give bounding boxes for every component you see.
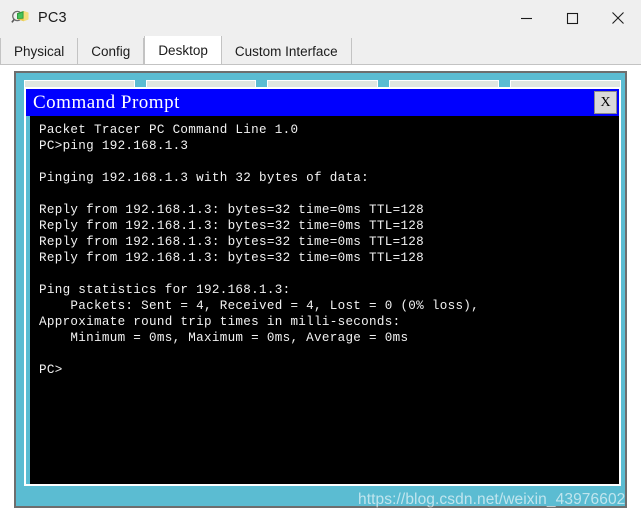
terminal-line: Pinging 192.168.1.3 with 32 bytes of dat… bbox=[39, 170, 619, 186]
tab-custom-interface[interactable]: Custom Interface bbox=[222, 38, 352, 65]
terminal-line: PC> bbox=[39, 362, 619, 378]
terminal-blank-line bbox=[39, 186, 619, 202]
terminal-blank-line bbox=[39, 346, 619, 362]
terminal-line: Packets: Sent = 4, Received = 4, Lost = … bbox=[39, 298, 619, 314]
terminal-line: Minimum = 0ms, Maximum = 0ms, Average = … bbox=[39, 330, 619, 346]
minimize-icon[interactable] bbox=[503, 0, 549, 36]
terminal-line: Approximate round trip times in milli-se… bbox=[39, 314, 619, 330]
terminal-blank-line bbox=[39, 266, 619, 282]
terminal-line: Reply from 192.168.1.3: bytes=32 time=0m… bbox=[39, 234, 619, 250]
command-prompt-titlebar[interactable]: Command Prompt X bbox=[26, 89, 619, 116]
close-icon[interactable] bbox=[595, 0, 641, 36]
packet-tracer-frame: Command Prompt X Packet Tracer PC Comman… bbox=[14, 71, 627, 508]
desktop-content-panel: Command Prompt X Packet Tracer PC Comman… bbox=[0, 65, 641, 521]
terminal-text: Packet Tracer PC Command Line 1.0PC>ping… bbox=[30, 116, 619, 378]
magnifier-document-icon bbox=[11, 9, 29, 27]
tab-desktop[interactable]: Desktop bbox=[144, 36, 222, 65]
command-prompt-title: Command Prompt bbox=[33, 93, 180, 112]
window-controls bbox=[503, 0, 641, 36]
command-prompt-window: Command Prompt X Packet Tracer PC Comman… bbox=[24, 87, 621, 486]
page-title: PC3 bbox=[38, 10, 67, 26]
terminal-line: Ping statistics for 192.168.1.3: bbox=[39, 282, 619, 298]
terminal-line: Reply from 192.168.1.3: bytes=32 time=0m… bbox=[39, 202, 619, 218]
command-prompt-close-button[interactable]: X bbox=[594, 91, 617, 114]
terminal-line: Reply from 192.168.1.3: bytes=32 time=0m… bbox=[39, 250, 619, 266]
tab-strip: Physical Config Desktop Custom Interface bbox=[0, 36, 641, 65]
tab-config[interactable]: Config bbox=[78, 38, 144, 65]
app-root: PC3 Physical Config Desktop bbox=[0, 0, 641, 521]
terminal-line: Packet Tracer PC Command Line 1.0 bbox=[39, 122, 619, 138]
pc-desktop-area: Command Prompt X Packet Tracer PC Comman… bbox=[16, 73, 625, 506]
window-titlebar: PC3 bbox=[0, 0, 641, 36]
maximize-icon[interactable] bbox=[549, 0, 595, 36]
terminal-line: PC>ping 192.168.1.3 bbox=[39, 138, 619, 154]
terminal-output-area[interactable]: Packet Tracer PC Command Line 1.0PC>ping… bbox=[26, 116, 619, 484]
terminal-line: Reply from 192.168.1.3: bytes=32 time=0m… bbox=[39, 218, 619, 234]
tab-physical[interactable]: Physical bbox=[0, 38, 78, 65]
terminal-blank-line bbox=[39, 154, 619, 170]
